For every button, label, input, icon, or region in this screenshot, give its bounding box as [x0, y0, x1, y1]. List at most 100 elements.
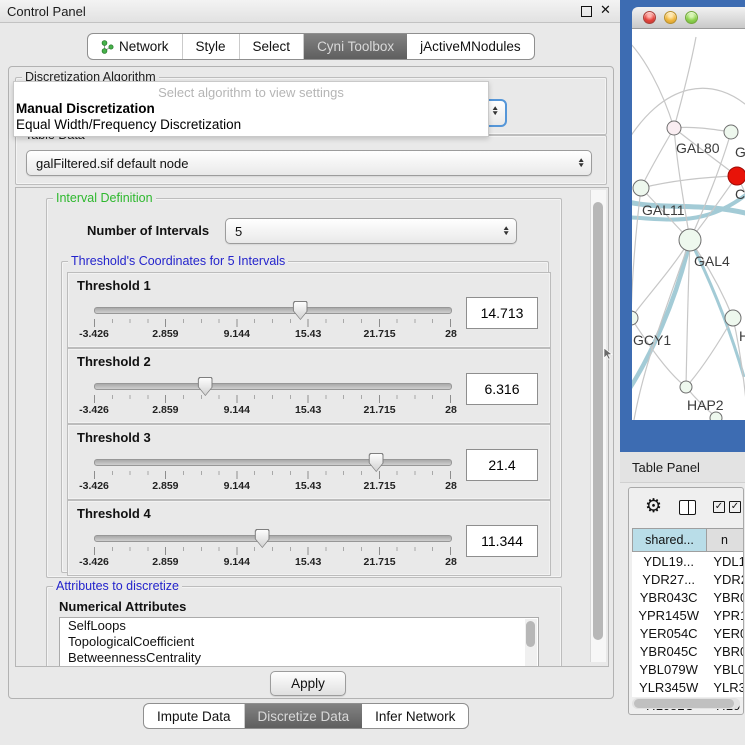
slider-thumb[interactable] [255, 529, 270, 548]
table-cell[interactable]: YBR043C [632, 590, 705, 605]
tab-impute-data[interactable]: Impute Data [144, 704, 245, 728]
network-canvas[interactable]: GAL80GACGAL11GAL4GCY1HHAP2 [632, 29, 745, 420]
slider-thumb[interactable] [198, 377, 213, 396]
scrollbar-thumb[interactable] [593, 202, 603, 640]
table-cell[interactable]: YPR145W [632, 608, 705, 623]
tab-select[interactable]: Select [240, 34, 305, 59]
slider-thumb[interactable] [369, 453, 384, 472]
tab-jactivemnodules[interactable]: jActiveMNodules [407, 34, 534, 59]
table-cell[interactable]: YBR0 [705, 590, 744, 605]
threshold-slider[interactable]: -3.4262.8599.14415.4321.71528 [88, 373, 456, 419]
threshold-label: Threshold 2 [77, 354, 151, 369]
checkbox-icon[interactable]: ✓ [713, 501, 725, 513]
list-item[interactable]: SelfLoops [60, 618, 538, 634]
tab-network[interactable]: Network [88, 34, 183, 59]
threshold-value-field[interactable]: 6.316 [466, 373, 538, 405]
list-scrollbar[interactable] [525, 619, 537, 667]
scrollbar-thumb[interactable] [634, 699, 734, 708]
network-node[interactable] [724, 125, 738, 139]
attributes-group: Attributes to discretize Numerical Attri… [46, 586, 562, 667]
table-cell[interactable]: YER0 [705, 626, 744, 641]
table-data-select[interactable]: galFiltered.sif default node ▲▼ [26, 150, 592, 176]
close-traffic-light[interactable] [643, 11, 656, 24]
list-item[interactable]: BetweennessCentrality [60, 650, 538, 666]
tick-label: 2.859 [152, 556, 178, 568]
table-cell[interactable]: YBR045C [632, 644, 705, 659]
numerical-attributes-list[interactable]: SelfLoopsTopologicalCoefficientBetweenne… [59, 617, 539, 667]
table-row[interactable]: YDL19...YDL1 [632, 552, 744, 570]
slider-track[interactable] [94, 383, 452, 390]
column-header-name[interactable]: n [707, 528, 744, 552]
menu-item-equal-width-frequency[interactable]: Equal Width/Frequency Discretization [16, 117, 241, 132]
table-cell[interactable]: YPR1 [705, 608, 744, 623]
network-node[interactable] [667, 121, 681, 135]
zoom-traffic-light[interactable] [685, 11, 698, 24]
vertical-scrollbar[interactable] [590, 190, 606, 662]
number-of-intervals-select[interactable]: 5 ▲▼ [225, 218, 517, 244]
slider-thumb[interactable] [293, 301, 308, 320]
checkbox-icon[interactable]: ✓ [729, 501, 741, 513]
network-edge[interactable] [641, 128, 674, 188]
table-cell[interactable]: YDL1 [705, 554, 744, 569]
minimize-traffic-light[interactable] [664, 11, 677, 24]
table-row[interactable]: YBR045CYBR0 [632, 642, 744, 660]
table-cell[interactable]: YLR345W [632, 680, 705, 695]
list-item[interactable]: TopologicalCoefficient [60, 634, 538, 650]
network-node[interactable] [632, 311, 638, 325]
float-window-icon[interactable] [581, 6, 592, 17]
tab-infer-network[interactable]: Infer Network [362, 704, 468, 728]
column-header-shared[interactable]: shared... [632, 528, 707, 552]
slider-track[interactable] [94, 459, 452, 466]
table-cell[interactable]: YDL19... [632, 554, 705, 569]
network-node[interactable] [680, 381, 692, 393]
tick-label: 15.43 [295, 404, 321, 416]
network-edge[interactable] [686, 318, 733, 387]
menu-item-manual-discretization[interactable]: Manual Discretization [16, 101, 155, 116]
gear-icon[interactable]: ⚙ [645, 494, 662, 520]
threshold-value-field[interactable]: 11.344 [466, 525, 538, 557]
network-node[interactable] [710, 412, 722, 420]
table-row[interactable]: YER054CYER0 [632, 624, 744, 642]
threshold-value-field[interactable]: 21.4 [466, 449, 538, 481]
table-cell[interactable]: YER054C [632, 626, 705, 641]
table-cell[interactable]: YDR2 [705, 572, 744, 587]
threshold-value-field[interactable]: 14.713 [466, 297, 538, 329]
table-row[interactable]: YLR345WYLR3 [632, 678, 744, 696]
table-cell[interactable]: YBL0 [705, 662, 744, 677]
tab-cyni-toolbox[interactable]: Cyni Toolbox [304, 34, 407, 59]
threshold-slider[interactable]: -3.4262.8599.14415.4321.71528 [88, 449, 456, 495]
network-edge[interactable] [632, 41, 674, 128]
table-row[interactable]: YPR145WYPR1 [632, 606, 744, 624]
table-row[interactable]: YBL079WYBL0 [632, 660, 744, 678]
slider-track[interactable] [94, 535, 452, 542]
tab-label: jActiveMNodules [420, 39, 521, 54]
tab-style[interactable]: Style [183, 34, 240, 59]
network-node[interactable] [725, 310, 741, 326]
close-icon[interactable]: ✕ [600, 2, 611, 18]
threshold-slider[interactable]: -3.4262.8599.14415.4321.71528 [88, 525, 456, 571]
network-node[interactable] [679, 229, 701, 251]
tick-label: 21.715 [364, 328, 396, 340]
network-edge[interactable] [632, 188, 641, 318]
threshold-slider[interactable]: -3.4262.8599.14415.4321.71528 [88, 297, 456, 343]
network-edge[interactable] [641, 176, 737, 188]
network-edge[interactable] [674, 37, 696, 128]
network-edge[interactable] [674, 127, 731, 132]
slider-ticks [94, 471, 451, 479]
network-node[interactable] [728, 167, 745, 185]
table-cell[interactable]: YDR27... [632, 572, 705, 587]
table-cell[interactable]: YBL079W [632, 662, 705, 677]
table-row[interactable]: YBR043CYBR0 [632, 588, 744, 606]
tab-discretize-data[interactable]: Discretize Data [245, 704, 363, 728]
network-node-label: GCY1 [633, 332, 671, 348]
slider-track[interactable] [94, 307, 452, 314]
column-split-icon[interactable] [679, 500, 696, 515]
table-cell[interactable]: YBR0 [705, 644, 744, 659]
tick-label: 9.144 [224, 404, 250, 416]
table-cell[interactable]: YLR3 [705, 680, 744, 695]
horizontal-scrollbar[interactable] [632, 698, 740, 709]
number-of-intervals-label: Number of Intervals [87, 223, 209, 238]
table-row[interactable]: YDR27...YDR2 [632, 570, 744, 588]
network-node[interactable] [633, 180, 649, 196]
apply-button[interactable]: Apply [270, 671, 346, 696]
